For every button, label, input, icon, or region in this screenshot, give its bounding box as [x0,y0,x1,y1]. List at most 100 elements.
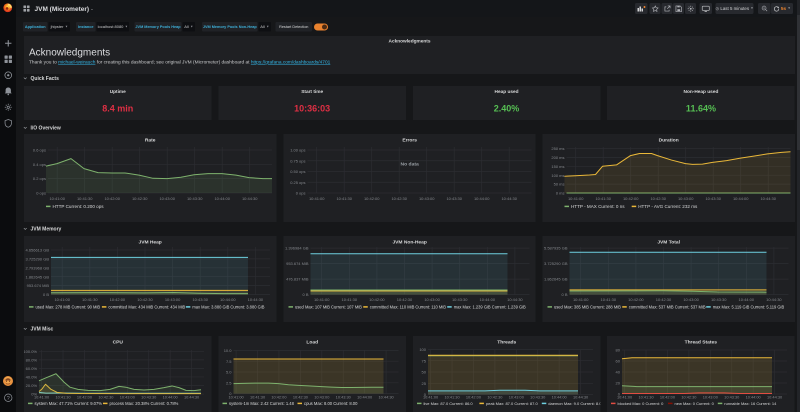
svg-text:10:43:30: 10:43:30 [336,395,352,400]
svg-text:10:42:30: 10:42:30 [137,297,153,302]
svg-text:80: 80 [616,348,621,353]
svg-text:10:42:30: 10:42:30 [682,395,698,400]
svg-text:10:43:00: 10:43:00 [424,297,440,302]
svg-text:10:42:30: 10:42:30 [293,395,309,400]
svg-text:used Max: 385 MiB Current: 288: used Max: 385 MiB Current: 288 MiB [554,304,621,309]
svg-text:10:42:00: 10:42:00 [271,395,287,400]
svg-text:0.25 ops: 0.25 ops [290,180,305,185]
svg-text:used Max: 278 MiB Current: 90: used Max: 278 MiB Current: 90 MiB [35,304,100,309]
svg-text:No data: No data [400,162,419,168]
svg-text:10:41:30: 10:41:30 [341,297,357,302]
svg-text:10:41:00: 10:41:00 [228,395,244,400]
svg-text:CPU: CPU [113,340,124,346]
svg-text:10:43:30: 10:43:30 [452,297,468,302]
svg-text:953.674 MiB: 953.674 MiB [27,283,50,288]
svg-text:10:43:00: 10:43:00 [703,395,719,400]
svg-text:10:42:30: 10:42:30 [98,395,114,400]
svg-text:10:41:00: 10:41:00 [34,395,50,400]
svg-text:Errors: Errors [402,138,417,144]
svg-text:new Max: 0 Current: 0: new Max: 0 Current: 0 [675,401,715,406]
svg-text:10:41:00: 10:41:00 [568,196,584,201]
svg-text:10:43:30: 10:43:30 [446,196,462,201]
svg-text:60: 60 [616,359,621,364]
svg-text:process Max: 20.38% Current: 0: process Max: 20.38% Current: 0.78% [110,401,179,406]
svg-text:10:43:00: 10:43:00 [419,196,435,201]
svg-text:100.0%: 100.0% [24,349,37,354]
svg-text:10:44:30: 10:44:30 [767,395,783,400]
svg-text:10:43:00: 10:43:00 [683,297,699,302]
svg-text:10:43:00: 10:43:00 [314,395,330,400]
svg-text:Rate: Rate [145,138,156,144]
svg-text:daemon Max: 9.0 Current: 8.0: daemon Max: 9.0 Current: 8.0 [548,401,600,406]
svg-text:10:41:00: 10:41:00 [54,297,70,302]
svg-text:10:43:30: 10:43:30 [724,395,740,400]
svg-text:system Max: 47.71% Current: 9.: system Max: 47.71% Current: 9.07% [35,401,103,406]
svg-text:Thread States: Thread States [685,340,718,346]
svg-text:0.2 ops: 0.2 ops [33,176,46,181]
svg-text:10:43:00: 10:43:00 [159,196,175,201]
svg-text:max Max: 1.239 GiB Current: 1.: max Max: 1.239 GiB Current: 1.239 GiB [453,304,525,309]
svg-text:10:41:30: 10:41:30 [82,297,98,302]
svg-text:Duration: Duration [659,138,679,144]
svg-text:10:42:30: 10:42:30 [656,297,672,302]
svg-text:10:44:30: 10:44:30 [761,196,777,201]
svg-text:10:44:00: 10:44:00 [214,196,230,201]
svg-text:10:42:30: 10:42:30 [651,196,667,201]
svg-text:150 ms: 150 ms [552,164,565,169]
svg-text:10:42:00: 10:42:00 [628,297,644,302]
svg-text:10:41:30: 10:41:30 [55,395,71,400]
svg-text:100 ms: 100 ms [552,173,565,178]
svg-text:75: 75 [421,358,426,363]
svg-text:10:42:30: 10:42:30 [487,395,503,400]
svg-text:80.0%: 80.0% [26,357,38,362]
svg-text:10:44:30: 10:44:30 [507,297,523,302]
svg-text:10:41:00: 10:41:00 [573,297,589,302]
svg-text:10:44:00: 10:44:00 [551,395,567,400]
svg-text:peak Max: 87.0 Current: 87.0: peak Max: 87.0 Current: 87.0 [486,401,539,406]
svg-text:10:41:30: 10:41:30 [336,196,352,201]
svg-text:10:44:00: 10:44:00 [479,297,495,302]
svg-text:cpus Max: 8.00 Current: 8.00: cpus Max: 8.00 Current: 8.00 [304,401,358,406]
svg-text:10:44:00: 10:44:00 [220,297,236,302]
svg-text:10:43:30: 10:43:30 [187,196,203,201]
svg-text:10:41:30: 10:41:30 [444,395,460,400]
svg-text:60.0%: 60.0% [26,366,38,371]
svg-text:476.837 MiB: 476.837 MiB [286,277,309,282]
svg-text:10:42:00: 10:42:00 [623,196,639,201]
svg-text:2.5: 2.5 [226,380,232,385]
svg-text:10:41:30: 10:41:30 [639,395,655,400]
svg-text:10:43:00: 10:43:00 [165,297,181,302]
svg-text:20: 20 [616,381,621,386]
svg-text:10:44:30: 10:44:30 [573,395,589,400]
svg-text:10:44:30: 10:44:30 [242,196,258,201]
svg-text:100: 100 [419,347,426,352]
svg-text:10:41:00: 10:41:00 [314,297,330,302]
svg-text:5.0: 5.0 [226,370,232,375]
svg-text:10:43:00: 10:43:00 [678,196,694,201]
svg-text:used Max: 107 MiB Current: 107: used Max: 107 MiB Current: 107 MiB [295,304,362,309]
svg-text:10:44:00: 10:44:00 [733,196,749,201]
svg-text:blocked Max: 0 Current: 0: blocked Max: 0 Current: 0 [618,401,665,406]
svg-text:10:41:00: 10:41:00 [49,196,65,201]
svg-text:10:42:00: 10:42:00 [110,297,126,302]
svg-text:HTTP - AVG Current: 232 ms: HTTP - AVG Current: 232 ms [638,204,698,209]
svg-text:10:44:00: 10:44:00 [739,297,755,302]
svg-text:Threads: Threads [497,340,516,346]
svg-text:system-1m Max: 2.42 Current: 1: system-1m Max: 2.42 Current: 1.48 [229,401,295,406]
svg-text:10:42:30: 10:42:30 [391,196,407,201]
svg-text:10:43:30: 10:43:30 [192,297,208,302]
svg-text:10:44:00: 10:44:00 [163,395,179,400]
svg-text:10:41:30: 10:41:30 [77,196,93,201]
svg-text:3.725290 GB: 3.725290 GB [544,261,568,266]
svg-text:1.862645 GB: 1.862645 GB [544,277,568,282]
svg-text:1.862645 GB: 1.862645 GB [26,274,50,279]
svg-text:max Max: 3.880 GiB Current: 3.: max Max: 3.880 GiB Current: 3.880 GiB [192,304,264,309]
svg-text:10:44:30: 10:44:30 [378,395,394,400]
svg-text:10:42:00: 10:42:00 [466,395,482,400]
svg-text:committed Max: 110 MiB Current: committed Max: 110 MiB Current: 110 MiB [370,304,447,309]
svg-text:JVM Total: JVM Total [657,240,680,246]
svg-text:JVM Heap: JVM Heap [138,240,161,246]
svg-text:10:42:00: 10:42:00 [369,297,385,302]
svg-text:10:42:30: 10:42:30 [397,297,413,302]
svg-text:0.4 ops: 0.4 ops [33,162,46,167]
